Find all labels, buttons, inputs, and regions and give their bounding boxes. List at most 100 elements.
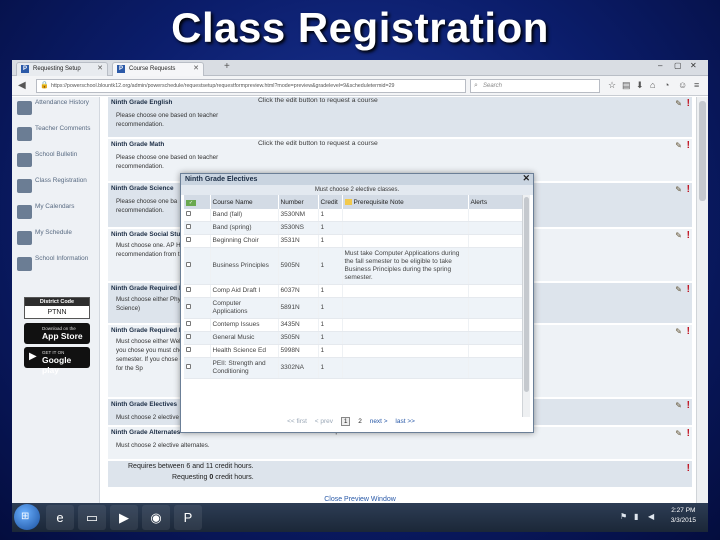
sidebar-item-teacher-comments[interactable]: Teacher Comments	[17, 125, 99, 149]
select-column-header: ✓	[184, 195, 211, 209]
tab-requesting-setup[interactable]: P Requesting Setup ✕	[16, 62, 108, 76]
slide-title: Class Registration	[171, 4, 549, 51]
dialog-scrollbar[interactable]	[522, 195, 530, 417]
sidebar-item-school-information[interactable]: School Information	[17, 255, 99, 279]
course-checkbox[interactable]	[186, 364, 191, 369]
edit-icon[interactable]: ✎	[675, 429, 682, 438]
course-name: Computer Applications	[210, 297, 279, 319]
media-player-icon[interactable]: ▶	[110, 505, 138, 530]
prereq-header[interactable]: Prerequisite Note	[342, 195, 469, 209]
firefox-icon[interactable]: ◉	[142, 505, 170, 530]
sidebar-item-my-schedule[interactable]: My Schedule	[17, 229, 99, 253]
edit-icon[interactable]: ✎	[675, 285, 682, 294]
sidebar-item-my-calendars[interactable]: My Calendars	[17, 203, 99, 227]
page-1-link[interactable]: 1	[340, 417, 351, 426]
file-explorer-icon[interactable]: ▭	[78, 505, 106, 530]
edit-icon[interactable]: ✎	[675, 141, 682, 150]
table-row[interactable]: PEII: Strength and Conditioning 3302NA 1	[184, 357, 523, 379]
powerpoint-icon[interactable]: P	[174, 505, 202, 530]
close-icon[interactable]: ✕	[97, 63, 103, 75]
course-alert	[468, 318, 523, 332]
scrollbar-thumb[interactable]	[524, 197, 529, 392]
table-row[interactable]: General Music 3505N 1	[184, 331, 523, 345]
course-checkbox[interactable]	[186, 287, 191, 292]
home-icon[interactable]: ⌂	[650, 80, 655, 90]
first-page-link[interactable]: << first	[287, 418, 307, 425]
table-row[interactable]: Business Principles 5905N 1 Must take Co…	[184, 247, 523, 285]
course-checkbox[interactable]	[186, 211, 191, 216]
course-note	[342, 221, 469, 235]
google-play-badge[interactable]: ▶ GET IT ON Google play	[24, 347, 90, 375]
search-input[interactable]: ⌕ Search	[470, 79, 600, 93]
url-text: https://powerschool.blountk12.org/admin/…	[51, 83, 395, 89]
course-checkbox[interactable]	[186, 321, 191, 326]
app-store-badge[interactable]: Download on the App Store	[24, 323, 90, 344]
credit-header[interactable]: Credit	[318, 195, 343, 209]
edit-icon[interactable]: ✎	[675, 99, 682, 108]
menu-icon[interactable]: ≡	[694, 80, 699, 90]
edit-icon[interactable]: ✎	[675, 401, 682, 410]
network-icon[interactable]: ▮	[634, 512, 638, 521]
windows-taskbar: ⊞ e ▭ ▶ ◉ P ⚑ ▮ ◀ 2:27 PM 3/3/2015	[12, 503, 708, 532]
star-icon[interactable]: ☆	[608, 80, 616, 91]
sidebar-item-class-registration[interactable]: Class Registration	[17, 177, 99, 201]
taskbar-clock[interactable]: 2:27 PM 3/3/2015	[671, 506, 696, 526]
sidebar-item-attendance-history[interactable]: Attendance History	[17, 99, 99, 123]
dialog-close-icon[interactable]: ✕	[522, 173, 530, 184]
close-preview-link[interactable]: Close Preview Window	[12, 496, 708, 503]
window-close-icon[interactable]: ✕	[690, 61, 697, 70]
scrollbar-thumb[interactable]	[699, 101, 706, 201]
course-checkbox[interactable]	[186, 224, 191, 229]
last-page-link[interactable]: last >>	[395, 418, 415, 425]
number-header[interactable]: Number	[278, 195, 319, 209]
maximize-icon[interactable]: ▢	[674, 61, 682, 70]
prev-page-link[interactable]: < prev	[315, 418, 333, 425]
address-bar[interactable]: 🔒 https://powerschool.blountk12.org/admi…	[36, 79, 466, 93]
tab-course-requests[interactable]: P Course Requests ✕	[112, 62, 204, 76]
powerschool-icon: P	[21, 65, 29, 73]
table-row[interactable]: Band (fall) 3530NM 1	[184, 209, 523, 222]
table-row[interactable]: Beginning Choir 3531N 1	[184, 234, 523, 248]
request-block-english: Ninth Grade English Please choose one ba…	[108, 97, 692, 137]
page-2-link[interactable]: 2	[358, 418, 362, 425]
table-row[interactable]: Band (spring) 3530NS 1	[184, 221, 523, 235]
table-row[interactable]: Computer Applications 5891N 1	[184, 297, 523, 319]
close-icon[interactable]: ✕	[193, 63, 199, 75]
new-tab-button[interactable]: +	[224, 61, 230, 72]
edit-icon[interactable]: ✎	[675, 231, 682, 240]
page-scrollbar[interactable]	[696, 97, 708, 503]
table-row[interactable]: Health Science Ed 5998N 1	[184, 344, 523, 358]
table-row[interactable]: Contemp Issues 3435N 1	[184, 318, 523, 332]
course-checkbox[interactable]	[186, 347, 191, 352]
course-number: 3435N	[278, 318, 319, 332]
download-icon[interactable]: ⬇	[636, 80, 644, 91]
attendance-icon	[17, 101, 32, 115]
edit-icon[interactable]: ✎	[675, 327, 682, 336]
alert-icon: !	[686, 326, 690, 337]
sidebar-item-school-bulletin[interactable]: School Bulletin	[17, 151, 99, 175]
dialog-subtitle: Must choose 2 elective classes.	[181, 185, 533, 195]
alert-icon: !	[686, 98, 690, 109]
course-note	[342, 357, 469, 379]
reading-list-icon[interactable]: ▤	[622, 80, 631, 91]
minimize-icon[interactable]: –	[658, 61, 662, 70]
back-icon[interactable]: ◀	[18, 80, 26, 91]
next-page-link[interactable]: next >	[370, 418, 388, 425]
course-note	[342, 318, 469, 332]
pocket-icon[interactable]: ◔	[664, 80, 669, 90]
table-row[interactable]: Comp Aid Draft I 6037N 1	[184, 284, 523, 298]
course-alert	[468, 284, 523, 298]
flag-icon[interactable]: ⚑	[620, 512, 627, 521]
course-checkbox[interactable]	[186, 334, 191, 339]
course-checkbox[interactable]	[186, 237, 191, 242]
course-checkbox[interactable]	[186, 304, 191, 309]
chat-icon[interactable]: ☺	[678, 80, 687, 90]
start-button[interactable]: ⊞	[14, 504, 40, 530]
course-checkbox[interactable]	[186, 262, 191, 267]
internet-explorer-icon[interactable]: e	[46, 505, 74, 530]
edit-icon[interactable]: ✎	[675, 185, 682, 194]
course-name-header[interactable]: Course Name	[210, 195, 279, 209]
volume-icon[interactable]: ◀	[648, 512, 654, 521]
alerts-header[interactable]: Alerts	[468, 195, 523, 209]
course-number: 3302NA	[278, 357, 319, 379]
